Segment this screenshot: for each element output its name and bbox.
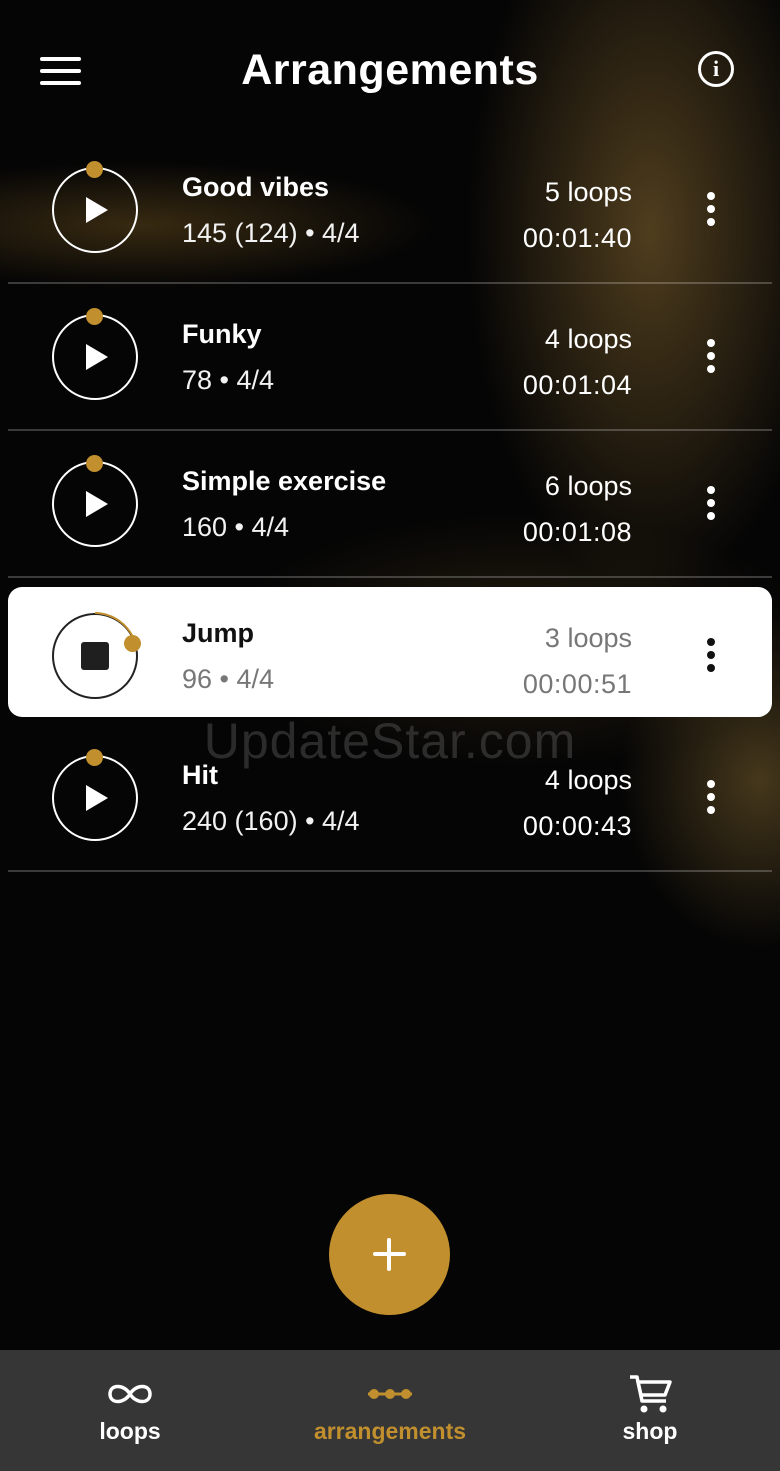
arrangement-duration: 00:01:04	[522, 370, 632, 400]
watermark: UpdateStar.com	[203, 713, 577, 769]
progress-dot	[86, 308, 103, 325]
arrangement-loop-count: 5 loops	[544, 177, 632, 207]
stop-icon	[81, 642, 109, 670]
play-icon	[86, 491, 108, 517]
arrangement-row[interactable]: Good vibes 145 (124) • 4/4 5 loops 00:01…	[0, 137, 780, 284]
arrangement-tempo-meter: 78 • 4/4	[182, 365, 275, 395]
nav-label: loops	[99, 1418, 161, 1444]
nav-item-arrangements[interactable]: arrangements	[260, 1350, 520, 1471]
arrangement-tempo-meter: 240 (160) • 4/4	[182, 806, 360, 836]
arrangement-loop-count: 4 loops	[544, 324, 632, 354]
arrangement-name: Good vibes	[182, 172, 330, 202]
play-button[interactable]	[52, 161, 138, 253]
stop-button[interactable]	[52, 612, 141, 699]
app-header: Arrangements i	[0, 0, 780, 140]
arrangement-row[interactable]: Simple exercise 160 • 4/4 6 loops 00:01:…	[0, 431, 780, 578]
nav-item-loops[interactable]: loops	[0, 1350, 260, 1471]
more-options-icon[interactable]	[704, 638, 718, 678]
arrangement-tempo-meter: 96 • 4/4	[182, 664, 275, 694]
more-options-icon[interactable]	[704, 339, 718, 379]
infinity-icon	[108, 1384, 152, 1404]
play-button[interactable]	[52, 455, 138, 547]
progress-dot	[124, 635, 141, 652]
arrangement-name: Jump	[182, 618, 255, 648]
play-button[interactable]	[52, 308, 138, 400]
arrangement-chain-icon	[368, 1389, 412, 1399]
more-options-icon[interactable]	[704, 486, 718, 526]
nav-label: arrangements	[313, 1418, 467, 1444]
add-arrangement-button[interactable]	[329, 1194, 450, 1315]
arrangement-loop-count: 3 loops	[544, 623, 632, 653]
arrangement-loop-count: 6 loops	[544, 471, 632, 501]
play-icon	[86, 197, 108, 223]
page-title: Arrangements	[241, 46, 539, 94]
arrangement-name: Simple exercise	[182, 466, 387, 496]
nav-item-shop[interactable]: shop	[520, 1350, 780, 1471]
arrangement-duration: 00:00:43	[522, 811, 632, 841]
bottom-navigation: loops arrangements shop	[0, 1350, 780, 1471]
more-options-icon[interactable]	[704, 780, 718, 820]
play-icon	[86, 344, 108, 370]
arrangement-tempo-meter: 160 • 4/4	[182, 512, 290, 542]
arrangement-duration: 00:01:40	[522, 223, 632, 253]
info-icon[interactable]: i	[698, 51, 734, 87]
arrangement-tempo-meter: 145 (124) • 4/4	[182, 218, 360, 248]
arrangement-duration: 00:01:08	[522, 517, 632, 547]
divider	[8, 576, 772, 578]
arrangement-duration: 00:00:51	[522, 669, 632, 699]
cart-icon	[630, 1375, 672, 1413]
arrangement-row-playing[interactable]: Jump 96 • 4/4 3 loops 00:00:51	[8, 587, 772, 717]
arrangement-row[interactable]: Funky 78 • 4/4 4 loops 00:01:04	[0, 284, 780, 431]
progress-dot	[86, 161, 103, 178]
arrangement-name: Funky	[182, 319, 262, 349]
play-icon	[86, 785, 108, 811]
more-options-icon[interactable]	[704, 192, 718, 232]
nav-label: shop	[622, 1418, 678, 1444]
divider	[8, 870, 772, 872]
progress-dot	[86, 455, 103, 472]
